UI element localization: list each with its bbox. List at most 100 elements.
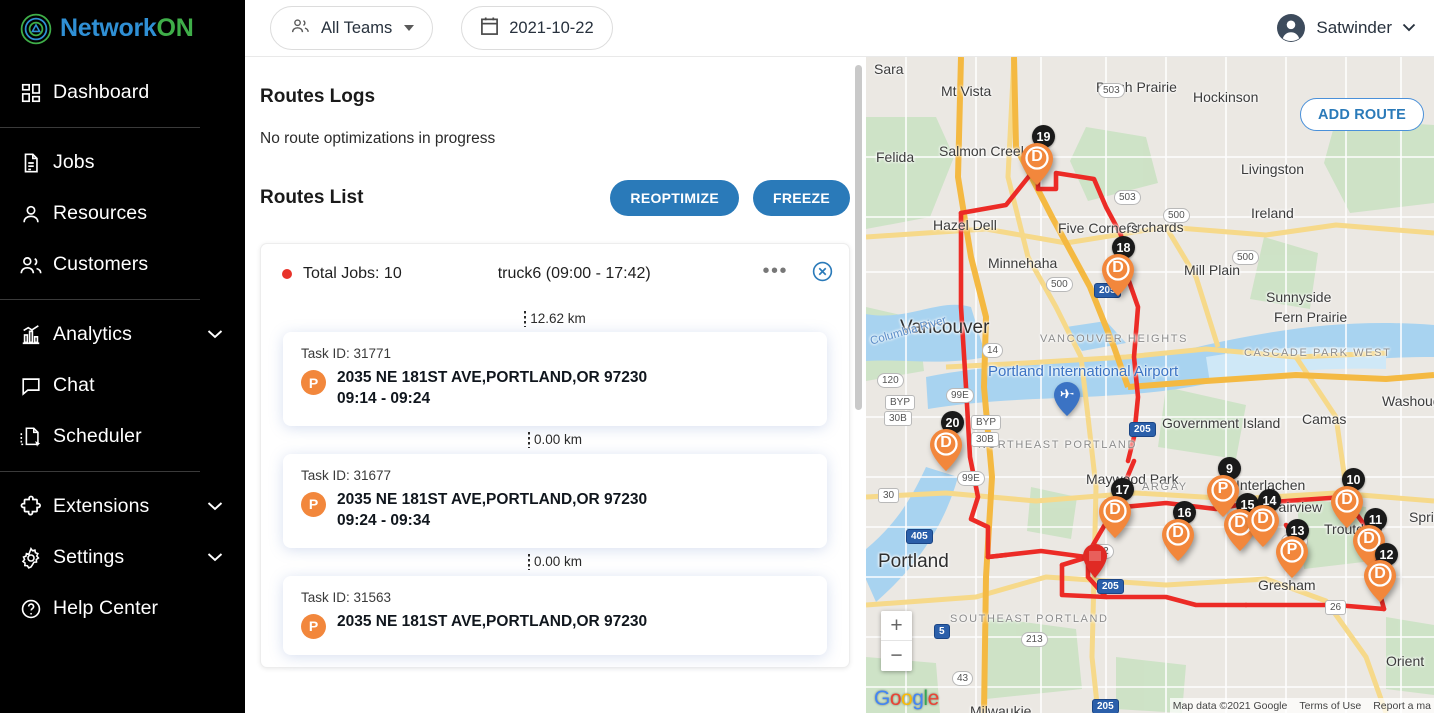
reoptimize-button[interactable]: REOPTIMIZE [610, 180, 739, 216]
zoom-in-button[interactable]: + [881, 611, 912, 641]
task-id: Task ID: 31771 [301, 346, 809, 361]
top-bar: All Teams 2021-10-22 Satwinder [245, 0, 1434, 57]
distance-row: 12.62 km [261, 304, 849, 332]
sidebar-item-resources[interactable]: Resources [0, 188, 245, 239]
task-id: Task ID: 31563 [301, 590, 809, 605]
map-attribution: Map data ©2021 Google Terms of Use Repor… [1170, 698, 1434, 713]
networkon-logo-icon [20, 13, 52, 45]
sidebar-divider [0, 299, 200, 300]
sidebar-item-label: Chat [53, 374, 95, 397]
chevron-down-icon [404, 25, 414, 31]
chevron-down-icon[interactable] [207, 326, 223, 344]
sidebar-divider [0, 471, 200, 472]
route-stop-marker[interactable]: P [1276, 536, 1308, 578]
freeze-button[interactable]: FREEZE [753, 180, 850, 216]
sidebar-item-label: Scheduler [53, 425, 142, 448]
sidebar-nav: Dashboard Jobs Resources [0, 57, 245, 634]
routes-logs-title: Routes Logs [260, 86, 850, 108]
people-icon [289, 17, 311, 40]
distance-label: 0.00 km [534, 554, 582, 569]
route-more-button[interactable]: ••• [762, 266, 788, 282]
route-stop-marker[interactable]: D [1162, 519, 1194, 561]
google-logo-letter: o [901, 687, 912, 710]
google-logo-letter: G [874, 687, 890, 710]
sidebar-item-label: Analytics [53, 323, 132, 346]
date-picker-label: 2021-10-22 [509, 19, 593, 38]
route-stop-marker[interactable]: D [1331, 486, 1363, 528]
chevron-down-icon[interactable] [207, 498, 223, 516]
depot-marker[interactable] [1083, 544, 1107, 578]
team-selector-label: All Teams [321, 19, 392, 38]
route-stop-marker[interactable]: D [930, 429, 962, 471]
task-card[interactable]: Task ID: 31563 P 2035 NE 181ST AVE,PORTL… [283, 576, 827, 655]
close-icon[interactable] [812, 261, 833, 287]
sidebar-item-label: Dashboard [53, 81, 149, 104]
sidebar-item-chat[interactable]: Chat [0, 360, 245, 411]
routes-list-title: Routes List [260, 187, 363, 209]
route-stop-marker[interactable]: D [1247, 505, 1279, 547]
user-menu[interactable]: Satwinder [1276, 13, 1416, 43]
chevron-down-icon[interactable] [207, 549, 223, 567]
person-icon [9, 203, 53, 225]
task-card[interactable]: Task ID: 31677 P 2035 NE 181ST AVE,PORTL… [283, 454, 827, 548]
distance-label: 12.62 km [530, 311, 586, 326]
route-stop-marker[interactable]: D [1364, 560, 1396, 602]
team-selector[interactable]: All Teams [270, 6, 433, 50]
sidebar-item-settings[interactable]: Settings [0, 532, 245, 583]
task-type-badge: P [301, 492, 326, 517]
google-logo-letter: o [890, 687, 901, 710]
brand-name: NetworkON [60, 14, 193, 43]
user-name: Satwinder [1316, 18, 1392, 38]
airport-poi-icon [1054, 382, 1080, 416]
date-picker[interactable]: 2021-10-22 [461, 6, 612, 50]
sidebar-item-label: Customers [53, 253, 148, 276]
google-logo: Google [874, 687, 939, 711]
route-stop-marker[interactable]: D [1099, 496, 1131, 538]
task-address: 2035 NE 181ST AVE,PORTLAND,OR 97230 [337, 490, 647, 511]
bar-chart-icon [9, 324, 53, 346]
routes-list-header: Routes List REOPTIMIZE FREEZE [260, 180, 850, 216]
route-stop-marker[interactable]: D [1021, 143, 1053, 185]
task-id: Task ID: 31677 [301, 468, 809, 483]
terms-of-use-link[interactable]: Terms of Use [1299, 700, 1361, 712]
puzzle-icon [9, 495, 53, 518]
avatar [1276, 13, 1306, 43]
total-jobs-label: Total Jobs: 10 [303, 265, 402, 283]
map-view[interactable]: Sara Mt Vista Brush Prairie Hockinson Fe… [866, 57, 1434, 713]
panel-scrollbar-thumb[interactable] [855, 65, 862, 410]
brand-part2: ON [157, 14, 194, 42]
people-icon [9, 253, 53, 277]
chat-bubble-icon [9, 375, 53, 397]
sidebar-item-extensions[interactable]: Extensions [0, 481, 245, 532]
panel-scrollbar[interactable] [855, 65, 862, 705]
route-stop-marker[interactable]: D [1102, 254, 1134, 296]
vehicle-label: truck6 (09:00 - 17:42) [498, 265, 651, 283]
sidebar-item-customers[interactable]: Customers [0, 239, 245, 290]
sidebar-item-scheduler[interactable]: Scheduler [0, 411, 245, 462]
sidebar-item-label: Resources [53, 202, 147, 225]
sidebar-item-dashboard[interactable]: Dashboard [0, 67, 245, 118]
add-route-button[interactable]: ADD ROUTE [1300, 98, 1424, 131]
map-canvas [866, 57, 1434, 713]
report-map-error-link[interactable]: Report a ma [1373, 700, 1431, 712]
sidebar-item-label: Settings [53, 546, 124, 569]
task-type-badge: P [301, 370, 326, 395]
google-logo-letter: g [912, 687, 923, 710]
sidebar: NetworkON Dashboard [0, 0, 245, 713]
brand-logo-area[interactable]: NetworkON [0, 0, 245, 57]
chevron-down-icon [1402, 19, 1416, 37]
task-card[interactable]: Task ID: 31771 P 2035 NE 181ST AVE,PORTL… [283, 332, 827, 426]
routes-panel: Routes Logs No route optimizations in pr… [245, 57, 865, 713]
grid-icon [9, 82, 53, 104]
brand-part1: Network [60, 14, 157, 42]
sidebar-item-help-center[interactable]: Help Center [0, 583, 245, 634]
sidebar-item-label: Jobs [53, 151, 95, 174]
dotted-connector [524, 310, 526, 327]
sidebar-item-analytics[interactable]: Analytics [0, 309, 245, 360]
sidebar-item-jobs[interactable]: Jobs [0, 137, 245, 188]
task-address: 2035 NE 181ST AVE,PORTLAND,OR 97230 [337, 612, 647, 633]
zoom-out-button[interactable]: − [881, 641, 912, 671]
dotted-connector [528, 431, 530, 448]
sidebar-item-label: Extensions [53, 495, 149, 518]
sidebar-divider [0, 127, 200, 128]
